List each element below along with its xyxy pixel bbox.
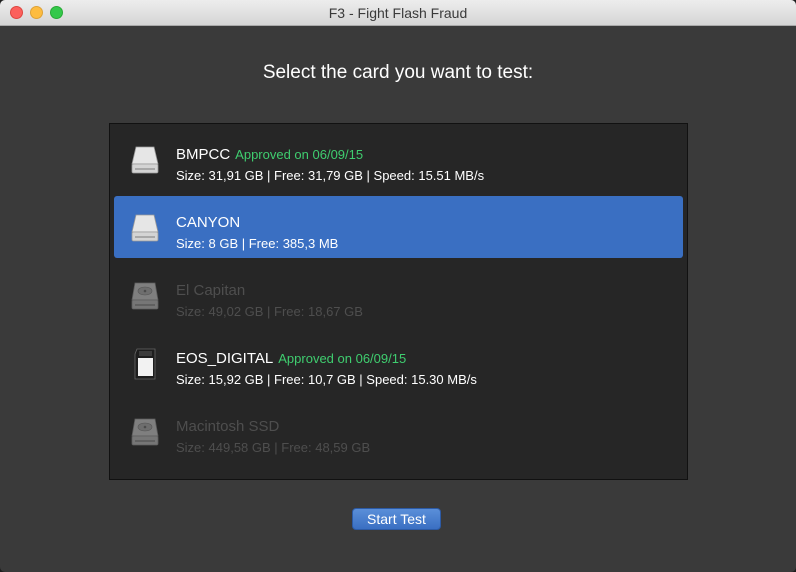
drive-details: Size: 31,91 GB | Free: 31,79 GB | Speed:… xyxy=(176,168,485,183)
removable-drive-icon xyxy=(131,214,159,242)
drive-name: CANYON xyxy=(176,214,241,231)
internal-hard-drive-icon xyxy=(131,282,159,310)
drive-list[interactable]: BMPCC Approved on 06/09/15 Size: 31,91 GB… xyxy=(109,123,688,480)
drive-row-el-capitan: El Capitan Size: 49,02 GB | Free: 18,67 … xyxy=(114,264,683,326)
drive-row-macintosh-ssd: Macintosh SSD Size: 449,58 GB | Free: 48… xyxy=(114,400,683,462)
title-bar[interactable]: F3 - Fight Flash Fraud xyxy=(0,0,796,26)
approved-status: Approved on 06/09/15 xyxy=(235,147,364,162)
drive-row-eos-digital[interactable]: EOS_DIGITAL Approved on 06/09/15 Size: 15… xyxy=(114,332,683,394)
window-title: F3 - Fight Flash Fraud xyxy=(328,5,468,21)
drive-name: EOS_DIGITAL Approved on 06/09/15 xyxy=(176,350,407,367)
drive-row-canyon[interactable]: CANYON Size: 8 GB | Free: 385,3 MB xyxy=(114,196,683,258)
drive-details: Size: 15,92 GB | Free: 10,7 GB | Speed: … xyxy=(176,372,477,387)
drive-details: Size: 449,58 GB | Free: 48,59 GB xyxy=(176,440,371,455)
drive-name: Macintosh SSD xyxy=(176,418,280,435)
start-test-button[interactable]: Start Test xyxy=(352,508,441,530)
drive-details: Size: 49,02 GB | Free: 18,67 GB xyxy=(176,304,363,319)
page-heading: Select the card you want to test: xyxy=(262,62,534,83)
app-window: F3 - Fight Flash Fraud Select the card y… xyxy=(0,0,796,572)
drive-name: BMPCC Approved on 06/09/15 xyxy=(176,146,364,163)
approved-status: Approved on 06/09/15 xyxy=(278,351,407,366)
drive-row-bmpcc[interactable]: BMPCC Approved on 06/09/15 Size: 31,91 GB… xyxy=(114,128,683,190)
internal-hard-drive-icon xyxy=(131,418,159,446)
drive-name: El Capitan xyxy=(176,282,246,299)
removable-drive-icon xyxy=(131,146,159,174)
drive-details: Size: 8 GB | Free: 385,3 MB xyxy=(176,236,339,251)
sd-card-icon xyxy=(134,348,156,380)
